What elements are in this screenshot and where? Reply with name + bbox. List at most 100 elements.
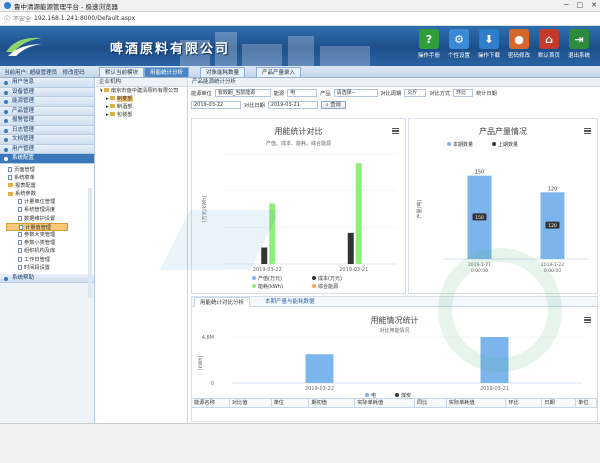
sidebar-item-product[interactable]: 产品管理	[0, 106, 94, 116]
toolbar-button-1[interactable]: ⚙ 个性设置	[445, 29, 473, 59]
legend-label: 本期数量	[453, 141, 473, 148]
x-tick-label: 2019-1-21	[468, 262, 491, 268]
tree-item[interactable]: 页面管理	[6, 166, 94, 174]
toolbar-button-2[interactable]: ⬇ 操作下载	[475, 29, 503, 59]
toolbar-icon: ⬇	[479, 29, 499, 49]
unit-select[interactable]: 有效期_当前能源	[214, 89, 271, 97]
product-output-svg: 本期数量 上期数量产量(吨)1501502019-1-210:00:0012012…	[416, 141, 589, 274]
tree-item[interactable]: 系统管理清度	[6, 206, 94, 214]
column-header[interactable]: 日期	[542, 399, 577, 407]
tree-item[interactable]: 参数小类管理	[6, 239, 94, 247]
sidebar-item-users[interactable]: 用户管理	[0, 144, 94, 154]
compare-label: 对比方式	[429, 90, 451, 97]
bar	[269, 203, 276, 264]
tree-item[interactable]: 计量值管理	[6, 222, 68, 231]
folder-icon	[110, 112, 116, 116]
minimize-button[interactable]: ─	[564, 1, 568, 9]
main-header: 产品能源统计分析	[189, 78, 600, 87]
tree-item[interactable]: 参数大类管理	[6, 231, 94, 239]
bar-value-label: 150	[475, 170, 485, 176]
page-icon	[18, 232, 22, 237]
sidebar-item-alarm[interactable]: 报警管理	[0, 116, 94, 126]
energy-comparison-chart: 用能统计对比 产值、成本、能耗、综合能源 (万元/kWh) 2019-03-22 2…	[191, 118, 406, 294]
tree-item[interactable]: 组织机构及库	[6, 247, 94, 255]
security-label: 不安全	[13, 16, 32, 23]
sidebar-item-user-info[interactable]: 用户信息	[0, 78, 94, 88]
tree-item[interactable]: 工作日管理	[6, 256, 94, 264]
address-bar[interactable]: ⓘ 不安全 192.168.1.241:8000/Default.aspx	[0, 12, 600, 26]
column-header[interactable]: 能源名称	[192, 399, 230, 407]
org-node-root[interactable]: ▾ 南京市盘中建清原料有限公司	[96, 87, 187, 95]
column-header[interactable]: 期初值	[309, 399, 356, 407]
url-text[interactable]: 192.168.1.241:8000/Default.aspx	[34, 15, 135, 22]
window-titlebar: 鲁中清源能源管理平台 - 极速浏览器 ─ □ ✕	[0, 0, 600, 12]
energy-comparison-svg: (万元/kWh) 2019-03-22 2019-03-21 产值(万元) 成本(万元)…	[202, 153, 397, 290]
tree-item[interactable]: 报表配置	[6, 182, 94, 190]
period-label: 对比周期	[380, 90, 402, 97]
legend-marker	[447, 142, 451, 146]
close-button[interactable]: ✕	[591, 1, 597, 9]
tree-item[interactable]: 数据维护设置	[6, 215, 94, 223]
x-tick-label: 2019-1-22	[541, 262, 564, 268]
query-button[interactable]: ⌕ 查询	[320, 101, 346, 109]
toolbar-button-0[interactable]: ? 操作手册	[415, 29, 443, 59]
date-row: 2019-03-22 对比日期 2019-03-21 ⌕ 查询	[191, 100, 346, 110]
column-header[interactable]: 单位	[272, 399, 310, 407]
toolbar-button-4[interactable]: ⌂ 默认首页	[535, 29, 563, 59]
column-header[interactable]: 单位	[576, 399, 597, 407]
sidebar-scrollbar[interactable]	[88, 188, 92, 298]
column-header[interactable]: 实际单耗值	[355, 399, 415, 407]
toolbar-label: 操作下载	[477, 53, 500, 59]
sidebar-item-energy[interactable]: 能源管理	[0, 97, 94, 107]
legend-label: 能耗(kWh)	[258, 283, 283, 290]
period-select[interactable]: 公斤	[404, 89, 427, 97]
energy-select[interactable]: 电	[287, 89, 318, 97]
sidebar-item-document[interactable]: 文档管理	[0, 135, 94, 145]
unit-label: 能源单位	[191, 90, 212, 97]
tree-item[interactable]: 系统参数	[6, 190, 94, 198]
column-header[interactable]: 同比	[415, 399, 447, 407]
sidebar-item-system-config[interactable]: 系统配置	[0, 154, 94, 164]
maximize-button[interactable]: □	[577, 1, 584, 9]
status-area	[0, 423, 600, 463]
energy-label: 能源	[273, 90, 285, 97]
page-icon	[18, 256, 22, 262]
folder-icon	[104, 88, 110, 92]
toolbar-icon: ⚙	[449, 29, 469, 49]
compare-select[interactable]: 环比	[453, 89, 474, 97]
tab-energy-analysis[interactable]: 用能统计分析	[144, 67, 190, 77]
bar	[305, 354, 334, 383]
org-node-brewing[interactable]: ▸ 制酒部	[96, 103, 187, 111]
legend-marker	[252, 284, 256, 288]
column-header[interactable]: 环比	[506, 399, 543, 407]
toolbar-icon: ⌂	[539, 29, 559, 49]
toolbar-button-5[interactable]: ⇥ 退出系统	[565, 29, 593, 59]
product-select[interactable]: 请选择--	[333, 89, 378, 97]
org-header: 企业机构	[96, 78, 187, 87]
toolbar-label: 密码修改	[507, 53, 530, 59]
tree-item[interactable]: 系统菜单	[6, 174, 94, 182]
tree-item[interactable]: 计量单位管理	[6, 198, 94, 206]
column-header[interactable]: 对比值	[230, 399, 272, 407]
tab-default-module[interactable]: 默认当前模块	[99, 67, 145, 77]
toolbar-label: 默认首页	[537, 53, 560, 59]
sidebar-item-equipment[interactable]: 设备管理	[0, 87, 94, 97]
column-header[interactable]: 实际单耗值	[447, 399, 507, 407]
start-date-input[interactable]: 2019-03-22	[191, 101, 241, 109]
tree-item[interactable]: 时间段设置	[6, 264, 94, 272]
x-tick-label: 0:00:00	[544, 268, 561, 274]
sidebar-item-log[interactable]: 日志管理	[0, 125, 94, 135]
bar	[261, 247, 268, 264]
sidebar-item-help[interactable]: 系统帮助	[0, 273, 94, 284]
toolbar-button-3[interactable]: ● 密码修改	[505, 29, 533, 59]
tab-object-consumption[interactable]: 对象能耗数量	[200, 67, 246, 77]
legend-marker	[312, 284, 316, 288]
main-panel: 产品能源统计分析 能源单位 有效期_当前能源 能源 电 产品 请选择-- 对比周…	[189, 78, 600, 423]
org-node-malting[interactable]: ▸ 制麦部	[96, 95, 187, 103]
tab-product-output[interactable]: 产品产量录入	[256, 67, 302, 77]
end-date-input[interactable]: 2019-03-21	[267, 101, 318, 109]
legend-label: 产值(万元)	[258, 275, 282, 282]
org-node-packaging[interactable]: ▸ 包装部	[96, 111, 187, 119]
folder-icon	[8, 191, 13, 196]
nav-bar: 当前用户: 超级管理员 修改密码 默认当前模块 用能统计分析 对象能耗数量 产品…	[0, 66, 600, 78]
